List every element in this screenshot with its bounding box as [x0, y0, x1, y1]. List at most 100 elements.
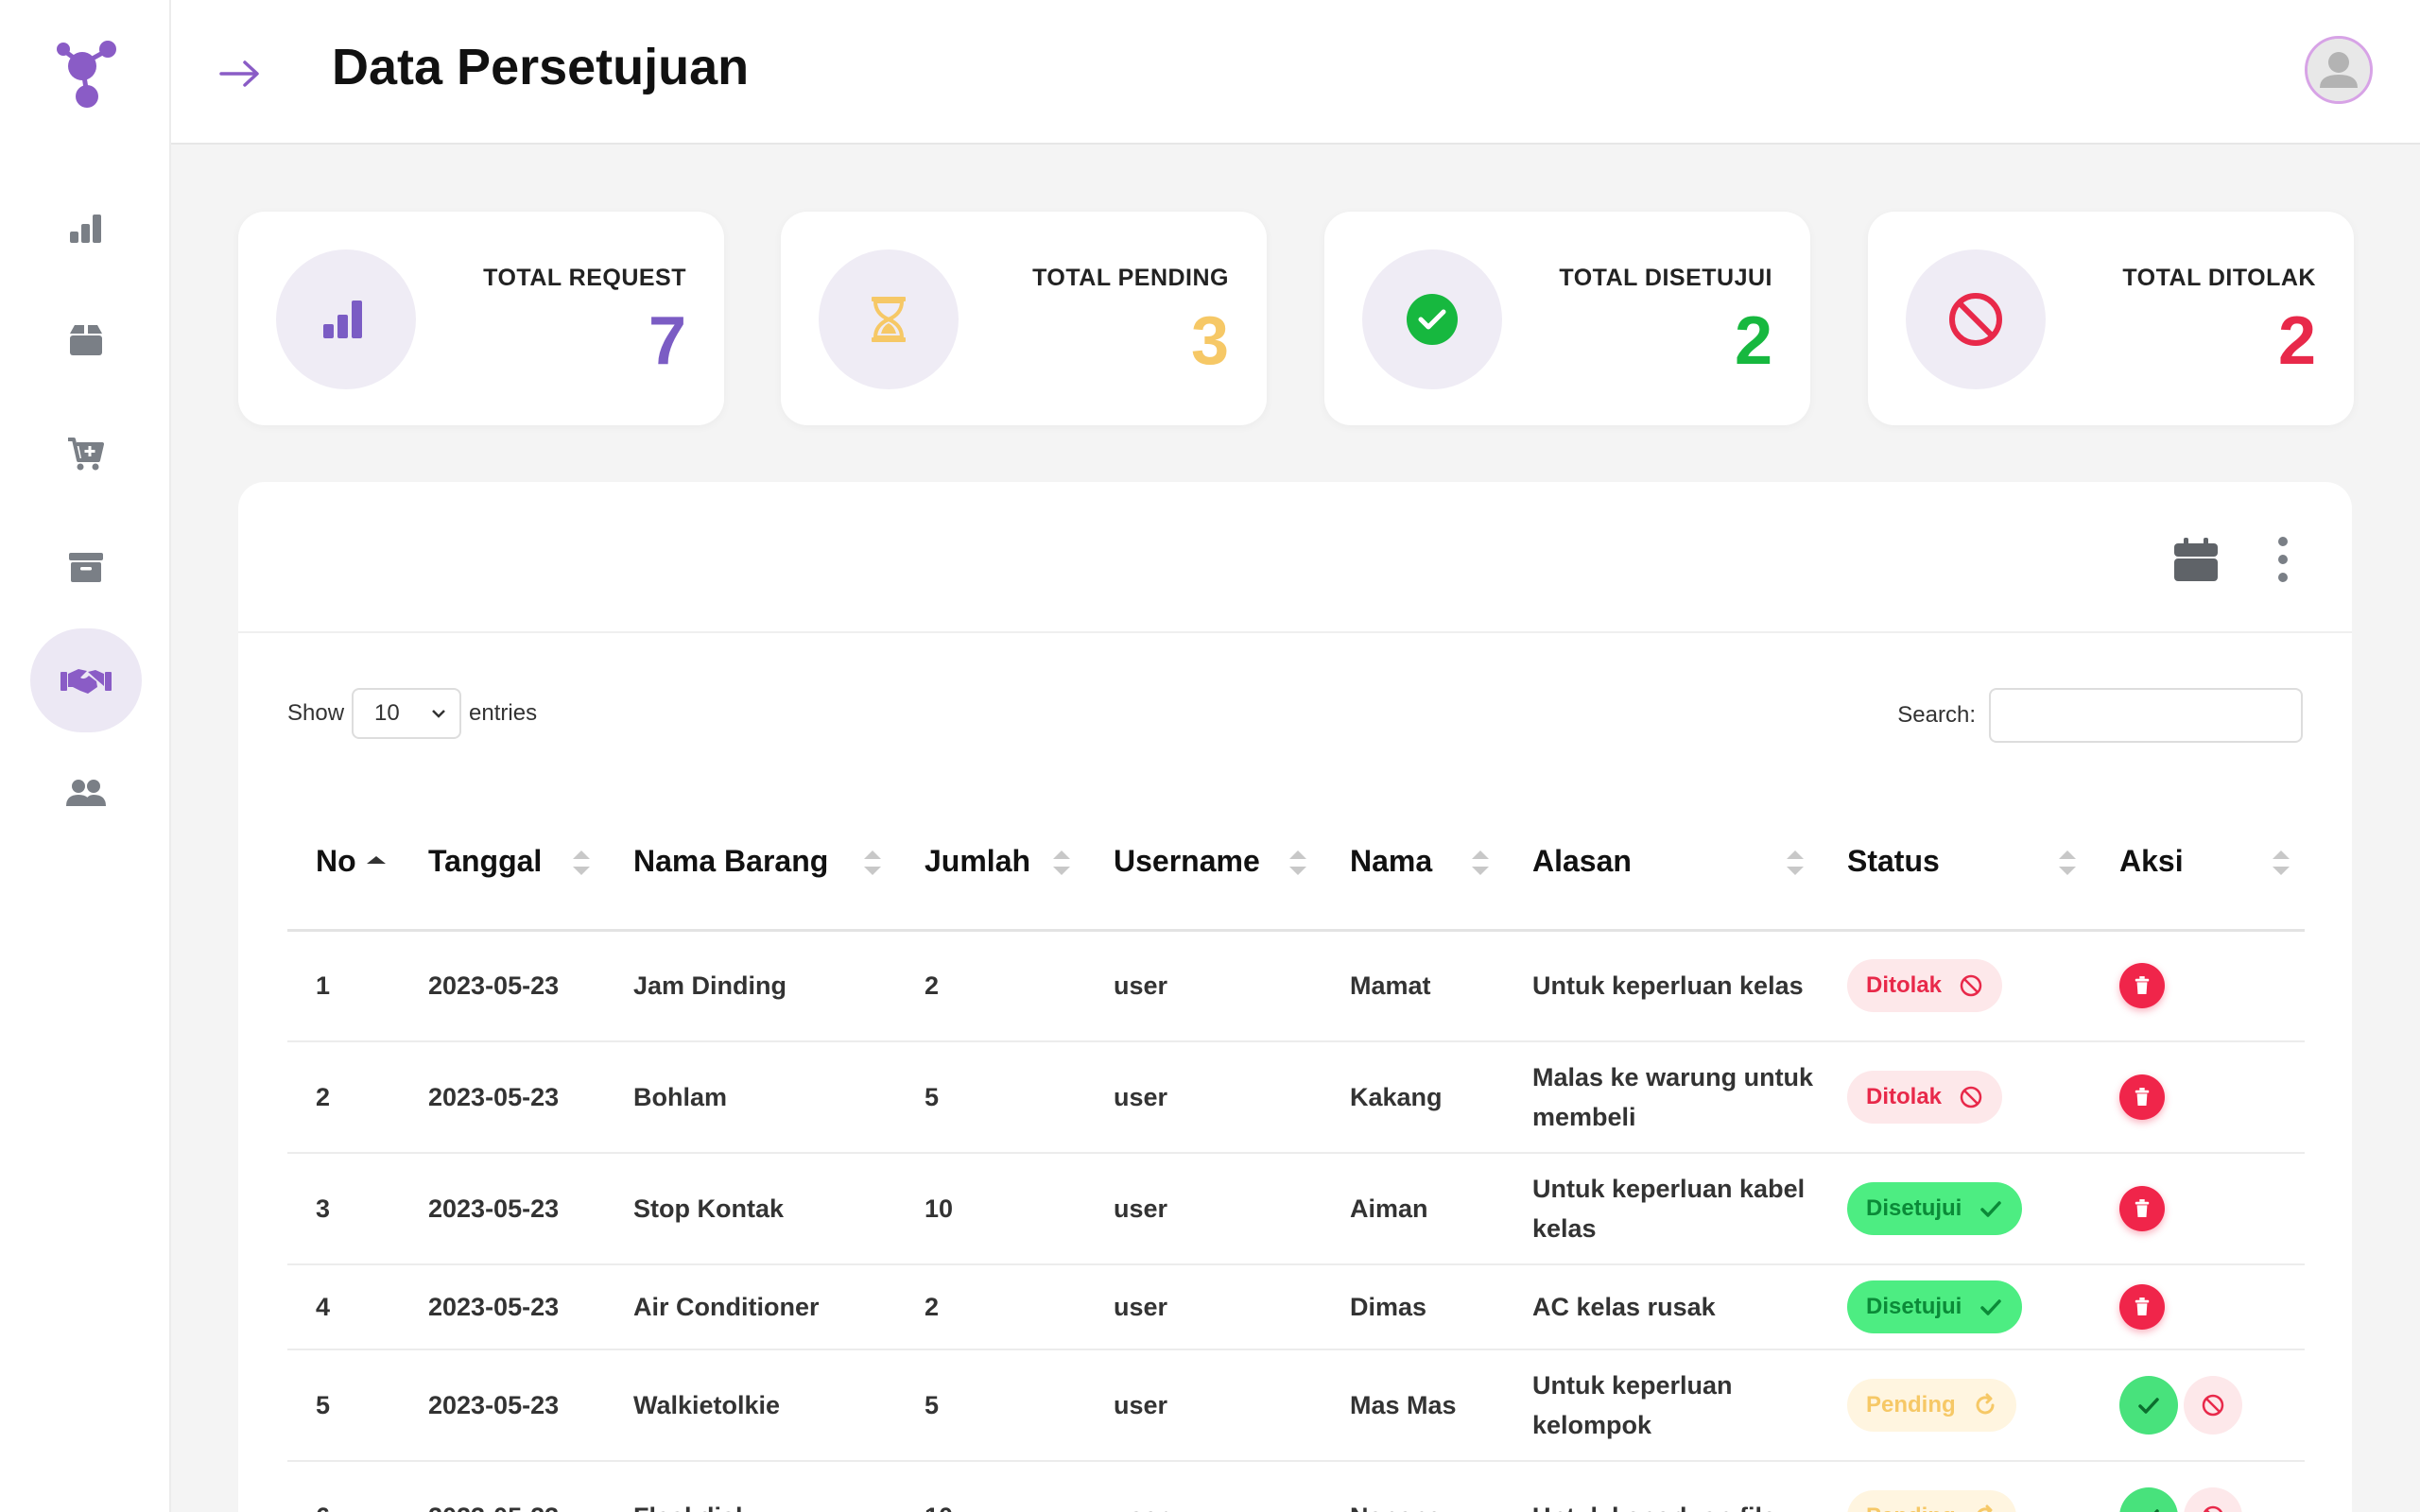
stat-label: TOTAL DITOLAK [2122, 265, 2316, 291]
nav-persetujuan[interactable] [30, 628, 142, 732]
more-vertical-icon[interactable] [2276, 536, 2290, 583]
table-row: 6 2023-05-23 Flaskdisk 10 user Nanang Un… [287, 1461, 2305, 1512]
approve-button[interactable] [2119, 1487, 2178, 1512]
cell-nama-barang: Air Conditioner [605, 1264, 896, 1350]
cell-jumlah: 5 [896, 1041, 1085, 1154]
sort-icon [1787, 850, 1804, 875]
chevron-down-icon [432, 710, 445, 718]
search-label: Search: [1897, 702, 1976, 728]
search-input[interactable] [1989, 688, 2303, 743]
cell-username: user [1085, 1264, 1322, 1350]
cell-nama: Dimas [1322, 1264, 1504, 1350]
check-icon [2138, 1398, 2159, 1414]
delete-button[interactable] [2119, 1074, 2165, 1120]
stat-label: TOTAL PENDING [1032, 265, 1229, 291]
delete-button[interactable] [2119, 963, 2165, 1009]
avatar[interactable] [2305, 36, 2373, 104]
column-header-aksi[interactable]: Aksi [2091, 794, 2305, 932]
status-badge: Disetujui [1847, 1182, 2023, 1235]
card-header [238, 482, 2352, 633]
box-icon [70, 325, 102, 355]
column-header-jumlah[interactable]: Jumlah [896, 794, 1085, 932]
sort-icon [1472, 850, 1489, 875]
bar-chart-icon [323, 301, 362, 338]
cell-nama-barang: Bohlam [605, 1041, 896, 1154]
column-header-nama[interactable]: Nama [1322, 794, 1504, 932]
column-header-tanggal[interactable]: Tanggal [400, 794, 605, 932]
cell-username: user [1085, 930, 1322, 1042]
cell-nama-barang: Flaskdisk [605, 1461, 896, 1512]
delete-button[interactable] [2119, 1186, 2165, 1231]
cell-nama-barang: Stop Kontak [605, 1153, 896, 1265]
arrow-right-icon[interactable] [218, 55, 262, 93]
table-row: 4 2023-05-23 Air Conditioner 2 user Dima… [287, 1264, 2305, 1350]
nav-barang[interactable] [30, 288, 142, 392]
cell-username: user [1085, 1461, 1322, 1512]
cell-tanggal: 2023-05-23 [400, 1041, 605, 1154]
cell-username: user [1085, 1041, 1322, 1154]
ban-icon [2203, 1505, 2223, 1512]
cell-tanggal: 2023-05-23 [400, 1264, 605, 1350]
cell-alasan: Malas ke warung untuk membeli [1504, 1041, 1819, 1154]
ban-icon [1960, 975, 1982, 997]
nav-request[interactable] [30, 402, 142, 506]
table-row: 1 2023-05-23 Jam Dinding 2 user Mamat Un… [287, 930, 2305, 1042]
sort-icon [1053, 850, 1070, 875]
user-avatar-icon [2308, 39, 2370, 101]
cell-no: 1 [287, 930, 400, 1042]
cell-alasan: Untuk keperluan kelompok [1504, 1349, 1819, 1462]
approval-table: No Tanggal Nama Barang Jumlah Username N… [287, 794, 2305, 1512]
entries-length-select[interactable]: 10 [352, 688, 462, 739]
table-row: 5 2023-05-23 Walkietolkie 5 user Mas Mas… [287, 1349, 2305, 1462]
reject-button[interactable] [2184, 1376, 2242, 1435]
status-badge: Ditolak [1847, 1071, 2003, 1124]
approval-table-card: Show 10 entries Search: No Tanggal Nama … [238, 482, 2352, 1512]
cell-nama-barang: Jam Dinding [605, 930, 896, 1042]
delete-button[interactable] [2119, 1284, 2165, 1330]
sort-icon [2273, 850, 2290, 875]
status-badge: Pending [1847, 1379, 2016, 1432]
column-header-nama-barang[interactable]: Nama Barang [605, 794, 896, 932]
column-header-no[interactable]: No [287, 794, 400, 932]
column-header-alasan[interactable]: Alasan [1504, 794, 1819, 932]
hourglass-icon [872, 297, 906, 342]
stat-value: 7 [648, 303, 686, 379]
cell-no: 3 [287, 1153, 400, 1265]
stat-card-ditolak: TOTAL DITOLAK 2 [1868, 212, 2354, 425]
nav-arsip[interactable] [30, 515, 142, 619]
status-badge: Ditolak [1847, 959, 2003, 1013]
stat-value: 2 [2277, 303, 2316, 379]
topbar: Data Persetujuan [171, 0, 2420, 145]
calendar-icon[interactable] [2172, 536, 2220, 583]
check-icon [1980, 1201, 2002, 1217]
cell-no: 2 [287, 1041, 400, 1154]
cell-jumlah: 2 [896, 930, 1085, 1042]
reject-button[interactable] [2184, 1487, 2242, 1512]
status-badge: Disetujui [1847, 1280, 2023, 1333]
trash-icon [2135, 976, 2150, 995]
cell-username: user [1085, 1153, 1322, 1265]
trash-icon [2135, 1199, 2150, 1217]
approve-button[interactable] [2119, 1376, 2178, 1435]
check-icon [2153, 1509, 2159, 1512]
ban-icon [1949, 293, 2002, 346]
column-header-username[interactable]: Username [1085, 794, 1322, 932]
cell-nama: Kakang [1322, 1041, 1504, 1154]
cell-alasan: AC kelas rusak [1504, 1264, 1819, 1350]
cell-nama: Mas Mas [1322, 1349, 1504, 1462]
sort-asc-icon [367, 856, 386, 864]
sidebar [0, 0, 171, 1512]
nav-dashboard[interactable] [30, 177, 142, 281]
refresh-icon [1977, 1504, 1993, 1512]
logo-icon[interactable] [54, 40, 120, 111]
trash-icon [2135, 1297, 2150, 1315]
trash-icon [2135, 1088, 2150, 1106]
cell-alasan: Untuk keperluan file [1504, 1461, 1819, 1512]
cell-alasan: Untuk keperluan kelas [1504, 930, 1819, 1042]
stat-value: 3 [1190, 303, 1229, 379]
nav-users[interactable] [30, 742, 142, 846]
ban-icon [1960, 1086, 1982, 1108]
column-header-status[interactable]: Status [1819, 794, 2091, 932]
cell-no: 5 [287, 1349, 400, 1462]
cell-alasan: Untuk keperluan kabel kelas [1504, 1153, 1819, 1265]
